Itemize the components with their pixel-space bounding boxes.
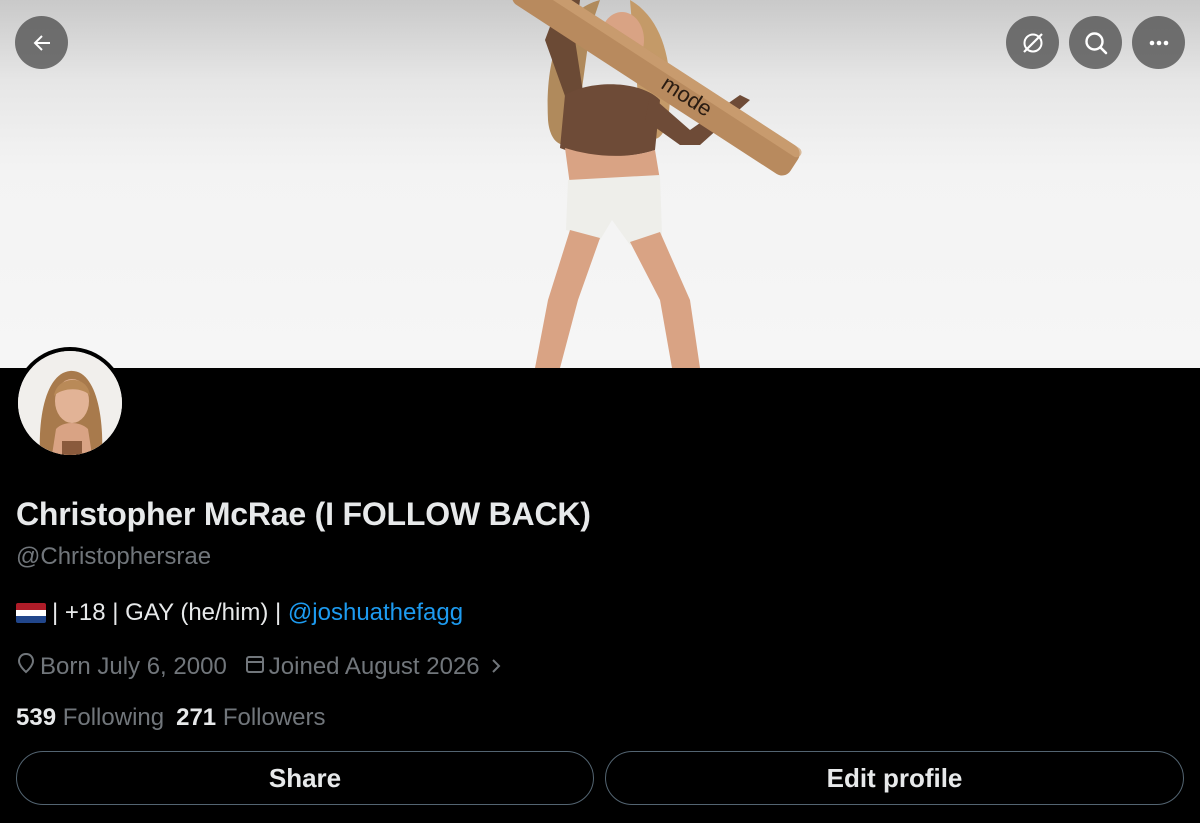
bio-text: | +18 | GAY (he/him) | [52,599,282,626]
following-count: 539 [16,704,57,731]
hide-icon [1020,30,1046,56]
user-handle: @Christophersrae [16,543,212,570]
bio-mention-link[interactable]: @joshuathefagg [288,599,463,627]
chevron-right-icon [490,653,506,681]
avatar[interactable] [14,347,126,459]
back-button[interactable] [15,16,68,69]
search-icon [1083,30,1109,56]
back-arrow-icon [30,31,54,55]
more-icon [1146,30,1172,56]
calendar-icon [245,653,269,681]
follow-stats: 539 Following 271 Followers [16,704,338,732]
born-text: Born July 6, 2000 [40,652,227,680]
followers-label: Followers [222,704,326,731]
born-info: Born July 6, 2000 [16,652,227,681]
search-button[interactable] [1069,16,1122,69]
bio: | +18 | GAY (he/him) | @joshuathefagg [16,599,463,627]
followers-count: 271 [176,704,217,731]
location-pin-icon [16,652,40,681]
joined-text: Joined August 2026 [268,652,480,680]
followers-link[interactable]: 271 Followers [176,704,325,732]
joined-info[interactable]: Joined August 2026 [245,653,506,681]
profile-meta: Born July 6, 2000 Joined August 2026 [16,652,524,681]
following-label: Following [62,704,165,731]
edit-profile-button[interactable]: Edit profile [605,751,1184,805]
following-link[interactable]: 539 Following [16,704,164,732]
netherlands-flag-icon [16,603,46,623]
avatar-image [18,351,122,455]
share-button[interactable]: Share [16,751,594,805]
display-name: Christopher McRae (I FOLLOW BACK) [16,496,591,532]
more-button[interactable] [1132,16,1185,69]
hide-button[interactable] [1006,16,1059,69]
